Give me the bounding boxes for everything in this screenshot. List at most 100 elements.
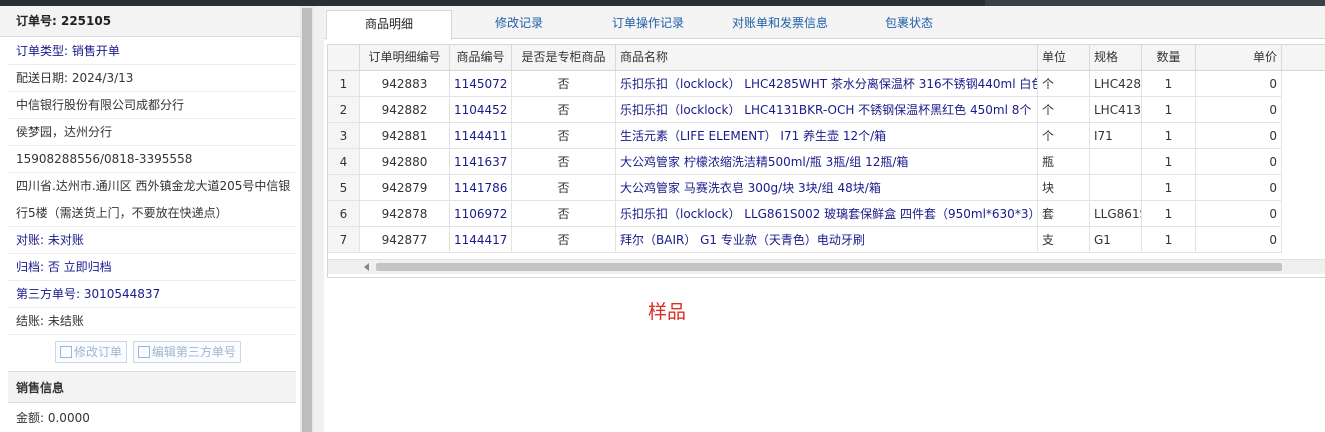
unit-cell: 块	[1038, 175, 1090, 201]
settle-status: 结账: 未结账	[8, 308, 296, 335]
edit-third-party-label: 编辑第三方单号	[151, 345, 236, 359]
detail-id-cell: 942878	[360, 201, 450, 227]
detail-id-cell: 942879	[360, 175, 450, 201]
left-panel-scrollbar[interactable]	[300, 6, 314, 432]
row-number: 6	[328, 201, 360, 227]
detail-panel: 商品明细 修改记录 订单操作记录 对账单和发票信息 包裹状态 订单明细编号 商品…	[324, 6, 1325, 432]
product-code-cell[interactable]: 1144411	[450, 123, 512, 149]
counter-flag-cell: 否	[512, 227, 616, 253]
header-row-number	[328, 45, 360, 70]
counter-flag-cell: 否	[512, 201, 616, 227]
edit-order-button[interactable]: 修改订单	[55, 341, 128, 363]
unit-cell: 套	[1038, 201, 1090, 227]
spec-cell: G1	[1090, 227, 1142, 253]
table-header: 订单明细编号 商品编号 是否是专柜商品 商品名称 单位 规格 数量 单价	[328, 45, 1325, 71]
detail-id-cell: 942877	[360, 227, 450, 253]
product-table: 订单明细编号 商品编号 是否是专柜商品 商品名称 单位 规格 数量 单价 1 94…	[327, 44, 1325, 278]
product-name-cell[interactable]: 乐扣乐扣（locklock） LLG861S002 玻璃套保鲜盒 四件套（950…	[616, 201, 1038, 227]
tab-product-details[interactable]: 商品明细	[326, 10, 452, 40]
counter-flag-cell: 否	[512, 175, 616, 201]
product-name-cell[interactable]: 乐扣乐扣（locklock） LHC4131BKR-OCH 不锈钢保温杯黑红色 …	[616, 97, 1038, 123]
order-type: 订单类型: 销售开单	[8, 38, 296, 65]
row-number: 4	[328, 149, 360, 175]
tab-package-status[interactable]: 包裹状态	[854, 10, 964, 38]
header-unit[interactable]: 单位	[1038, 45, 1090, 70]
horizontal-scrollbar[interactable]	[328, 259, 1325, 274]
header-unit-price[interactable]: 单价	[1196, 45, 1282, 70]
scroll-left-arrow-icon[interactable]	[364, 263, 369, 271]
tab-bar: 商品明细 修改记录 订单操作记录 对账单和发票信息 包裹状态	[324, 6, 1325, 40]
detail-id-cell: 942880	[360, 149, 450, 175]
scrollbar-thumb[interactable]	[376, 263, 1282, 271]
product-name-cell[interactable]: 大公鸡管家 柠檬浓缩洗洁精500ml/瓶 3瓶/组 12瓶/箱	[616, 149, 1038, 175]
header-counter-flag[interactable]: 是否是专柜商品	[512, 45, 616, 70]
order-info-panel: 订单号: 225105 订单类型: 销售开单 配送日期: 2024/3/13 中…	[0, 6, 301, 432]
delivery-address: 四川省.达州市.通川区 西外镇金龙大道205号中信银行5楼（需送货上门，不要放在…	[8, 173, 296, 227]
counter-flag-cell: 否	[512, 149, 616, 175]
tab-edit-history[interactable]: 修改记录	[464, 10, 574, 38]
archive-status[interactable]: 归档: 否 立即归档	[8, 254, 296, 281]
edit-third-party-button[interactable]: 编辑第三方单号	[132, 341, 241, 363]
unit-price-cell: 0	[1196, 123, 1282, 149]
quantity-cell: 1	[1142, 123, 1196, 149]
quantity-cell: 1	[1142, 227, 1196, 253]
phone-number: 15908288556/0818-3395558	[8, 146, 296, 173]
product-name-cell[interactable]: 生活元素（LIFE ELEMENT） I71 养生壶 12个/箱	[616, 123, 1038, 149]
unit-price-cell: 0	[1196, 149, 1282, 175]
spec-cell: I71	[1090, 123, 1142, 149]
header-product-code[interactable]: 商品编号	[450, 45, 512, 70]
product-code-cell[interactable]: 1104452	[450, 97, 512, 123]
product-code-cell[interactable]: 1141786	[450, 175, 512, 201]
quantity-cell: 1	[1142, 97, 1196, 123]
edit-icon	[137, 346, 150, 358]
spec-cell: LHC4285WHT	[1090, 71, 1142, 97]
unit-price-cell: 0	[1196, 175, 1282, 201]
product-code-cell[interactable]: 1145072	[450, 71, 512, 97]
unit-cell: 个	[1038, 71, 1090, 97]
product-name-cell[interactable]: 乐扣乐扣（locklock） LHC4285WHT 茶水分离保温杯 316不锈钢…	[616, 71, 1038, 97]
sales-info-section: 销售信息	[8, 371, 296, 403]
row-number: 5	[328, 175, 360, 201]
panel-gap	[314, 6, 324, 432]
unit-price-cell: 0	[1196, 201, 1282, 227]
detail-id-cell: 942882	[360, 97, 450, 123]
spec-cell	[1090, 149, 1142, 175]
quantity-cell: 1	[1142, 201, 1196, 227]
spec-cell: LHC4131BKR	[1090, 97, 1142, 123]
header-quantity[interactable]: 数量	[1142, 45, 1196, 70]
action-buttons: 修改订单 编辑第三方单号	[55, 341, 243, 363]
header-detail-id[interactable]: 订单明细编号	[360, 45, 450, 70]
unit-cell: 个	[1038, 123, 1090, 149]
product-code-cell[interactable]: 1141637	[450, 149, 512, 175]
unit-cell: 瓶	[1038, 149, 1090, 175]
edit-icon	[60, 346, 72, 358]
detail-id-cell: 942883	[360, 71, 450, 97]
row-number: 1	[328, 71, 360, 97]
header-product-name[interactable]: 商品名称	[616, 45, 1038, 70]
amount: 金额: 0.0000	[16, 411, 90, 425]
contact-person: 侯梦园，达州分行	[8, 119, 296, 146]
product-code-cell[interactable]: 1106972	[450, 201, 512, 227]
tab-statement-invoice[interactable]: 对账单和发票信息	[720, 10, 840, 38]
row-number: 3	[328, 123, 360, 149]
third-party-number: 第三方单号: 3010544837	[8, 281, 296, 308]
spec-cell	[1090, 175, 1142, 201]
product-name-cell[interactable]: 大公鸡管家 马赛洗衣皂 300g/块 3块/组 48块/箱	[616, 175, 1038, 201]
row-number: 7	[328, 227, 360, 253]
product-code-cell[interactable]: 1144417	[450, 227, 512, 253]
product-name-cell[interactable]: 拜尔（BAIR） G1 专业款（天青色）电动牙刷	[616, 227, 1038, 253]
counter-flag-cell: 否	[512, 123, 616, 149]
spec-cell: LLG861S002	[1090, 201, 1142, 227]
header-spec[interactable]: 规格	[1090, 45, 1142, 70]
quantity-cell: 1	[1142, 149, 1196, 175]
scrollbar-thumb[interactable]	[302, 8, 312, 432]
row-number: 2	[328, 97, 360, 123]
unit-cell: 支	[1038, 227, 1090, 253]
unit-price-cell: 0	[1196, 97, 1282, 123]
quantity-cell: 1	[1142, 175, 1196, 201]
delivery-date: 配送日期: 2024/3/13	[8, 65, 296, 92]
detail-id-cell: 942881	[360, 123, 450, 149]
unit-price-cell: 0	[1196, 227, 1282, 253]
tab-operation-log[interactable]: 订单操作记录	[588, 10, 708, 38]
reconcile-status[interactable]: 对账: 未对账	[8, 227, 296, 254]
